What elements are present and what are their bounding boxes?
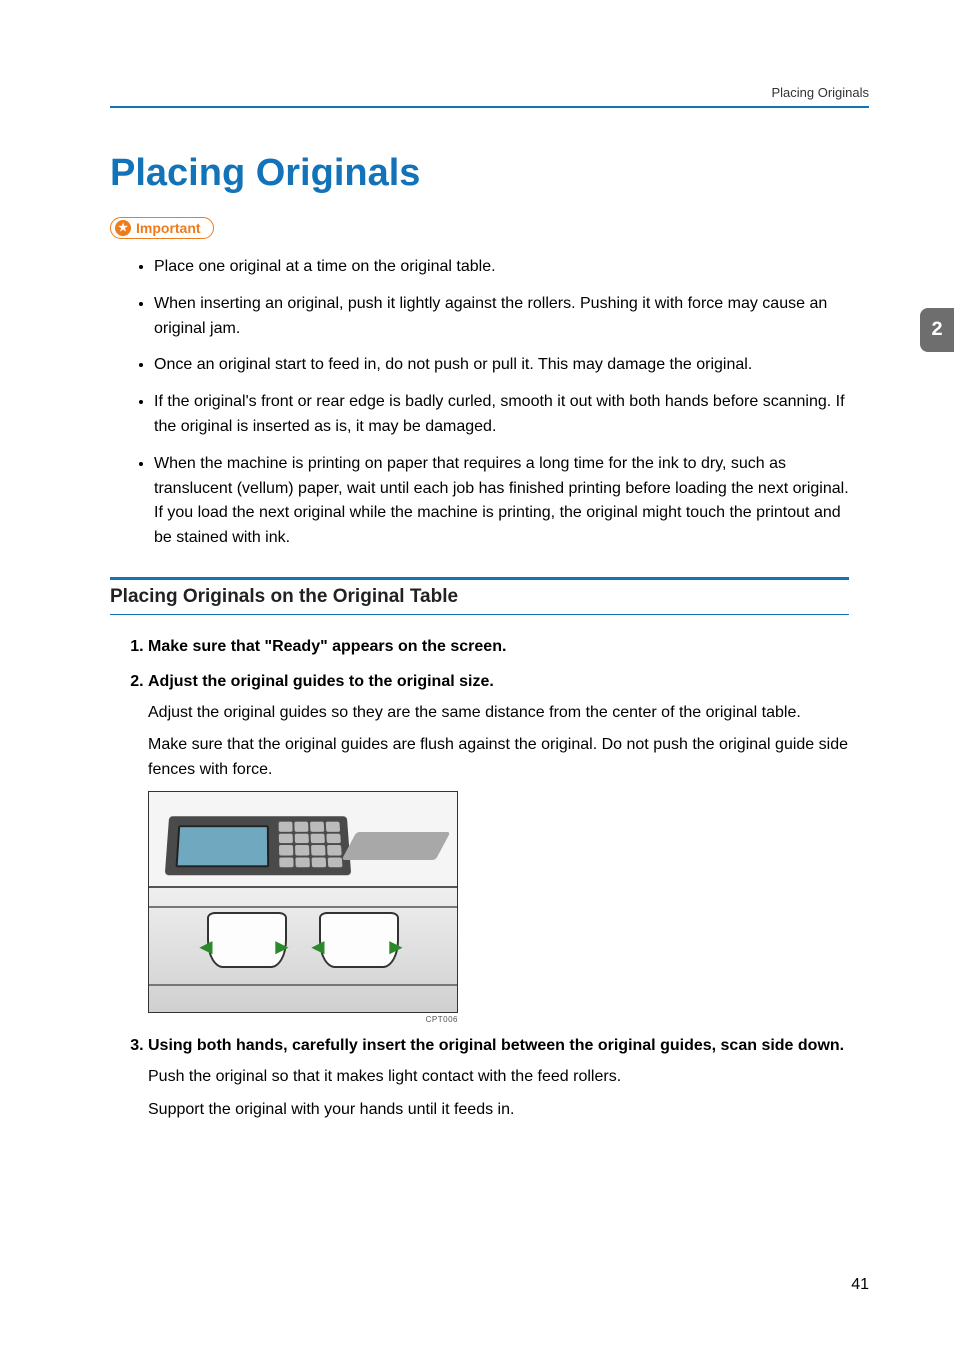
figure: ◄ ► ◄ ► CPT006 [148,791,458,1024]
step-body: Support the original with your hands unt… [148,1098,849,1123]
arrow-right-icon: ► [271,934,293,960]
important-list: Place one original at a time on the orig… [110,255,849,551]
step-body: Make sure that the original guides are f… [148,733,849,783]
important-item: Place one original at a time on the orig… [154,255,849,280]
rail-graphic [149,984,457,986]
step-head: Make sure that "Ready" appears on the sc… [148,635,849,660]
step-body: Adjust the original guides so they are t… [148,701,849,726]
important-item: When the machine is printing on paper th… [154,452,849,551]
step-body: Push the original so that it makes light… [148,1065,849,1090]
step-head: Adjust the original guides to the origin… [148,670,849,695]
important-item: If the original's front or rear edge is … [154,390,849,440]
arrow-right-icon: ► [385,934,407,960]
step-head: Using both hands, carefully insert the o… [148,1034,849,1059]
arrow-left-icon: ◄ [195,934,217,960]
arrow-left-icon: ◄ [307,934,329,960]
section-rule-bottom [110,614,849,615]
page-number: 41 [851,1276,869,1294]
section-heading-wrap: Placing Originals on the Original Table [110,577,849,615]
control-panel-graphic [165,816,351,875]
content-area: Placing Originals ★ Important Place one … [110,152,869,1122]
keypad-graphic [279,822,343,868]
page-title: Placing Originals [110,152,849,195]
running-head: Placing Originals [110,85,869,100]
important-item: Once an original start to feed in, do no… [154,353,849,378]
important-item: When inserting an original, push it ligh… [154,292,849,342]
step-item: Adjust the original guides to the origin… [148,670,849,1024]
star-icon: ★ [115,220,131,236]
section-heading: Placing Originals on the Original Table [110,586,849,608]
header-rule [110,106,869,108]
chapter-tab: 2 [920,308,954,352]
rail-graphic [149,906,457,908]
figure-illustration: ◄ ► ◄ ► [148,791,458,1013]
step-item: Make sure that "Ready" appears on the sc… [148,635,849,660]
section-rule-top [110,577,849,580]
step-item: Using both hands, carefully insert the o… [148,1034,849,1122]
page: Placing Originals 2 Placing Originals ★ … [0,0,954,1354]
important-label: Important [136,219,201,237]
important-badge: ★ Important [110,217,214,239]
steps-list: Make sure that "Ready" appears on the sc… [110,635,849,1122]
figure-caption: CPT006 [148,1015,458,1024]
screen-graphic [176,825,270,867]
side-panel-graphic [342,832,451,860]
